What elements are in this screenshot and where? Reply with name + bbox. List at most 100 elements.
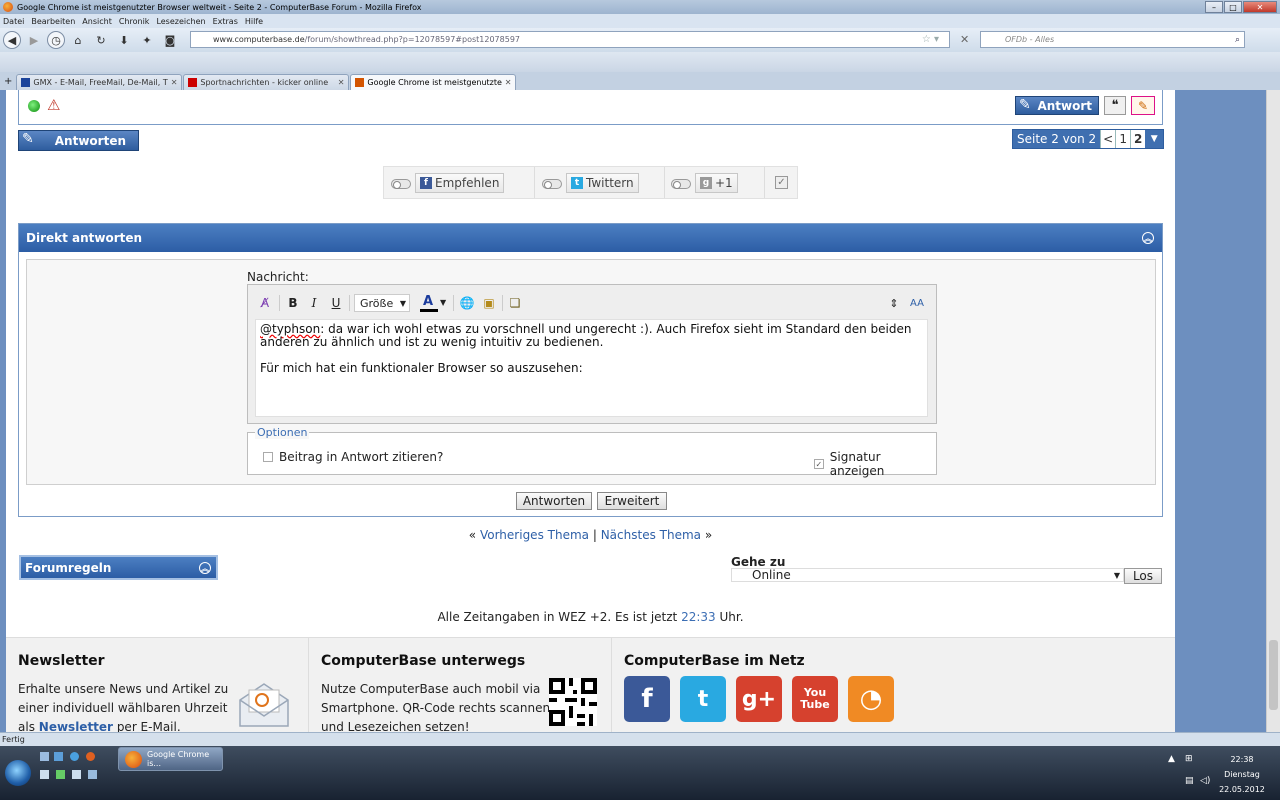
taskbar-clock[interactable]: 22:38 Dienstag 22.05.2012	[1218, 752, 1266, 797]
pagination-prev[interactable]: <	[1100, 130, 1116, 148]
googleplus-toggle[interactable]	[671, 179, 691, 189]
search-bar[interactable]: OFDb - Alles ⌕	[980, 31, 1245, 48]
back-button[interactable]: ◀	[3, 31, 21, 49]
goto-submit-button[interactable]: Los	[1124, 568, 1162, 584]
switch-editor-mode-icon[interactable]: AA	[908, 294, 926, 312]
envelope-icon[interactable]	[236, 678, 292, 730]
url-bar[interactable]: www.computerbase.de/forum/showthread.php…	[190, 31, 950, 48]
forum-rules-title: Forumregeln	[25, 560, 112, 575]
newsletter-link[interactable]: Newsletter	[39, 720, 113, 732]
collapse-icon[interactable]: ︽	[1142, 232, 1154, 244]
google-plus-icon[interactable]: g+	[736, 676, 782, 722]
quicklaunch-icon[interactable]	[86, 752, 95, 761]
submit-reply-button[interactable]: Antworten	[516, 492, 592, 510]
next-thread-link[interactable]: Nächstes Thema	[601, 528, 701, 542]
scrollbar-thumb[interactable]	[1269, 640, 1278, 710]
minimize-button[interactable]: –	[1205, 1, 1223, 13]
signature-checkbox[interactable]: ✓	[814, 459, 824, 469]
quicklaunch-icon[interactable]	[54, 752, 63, 761]
previous-thread-link[interactable]: Vorheriges Thema	[480, 528, 589, 542]
font-color-picker[interactable]: A ▼	[418, 294, 448, 312]
forum-rules-panel[interactable]: Forumregeln ︽	[19, 555, 218, 580]
quick-reply-icon[interactable]: ✎	[1131, 96, 1155, 115]
menu-bearbeiten[interactable]: Bearbeiten	[31, 17, 75, 26]
insert-link-icon[interactable]: 🌐	[458, 294, 476, 312]
multi-quote-icon[interactable]: ❝	[1104, 96, 1126, 115]
bookmark-star-icon[interactable]: ☆ ▾	[922, 34, 939, 45]
menu-datei[interactable]: Datei	[3, 17, 24, 26]
screenshot-icon[interactable]: ◙	[160, 31, 180, 49]
pagination-menu-icon[interactable]: ▼	[1145, 130, 1164, 148]
close-window-button[interactable]: ✕	[1243, 1, 1277, 13]
new-tab-button[interactable]: +	[4, 76, 12, 87]
qr-code-icon	[549, 678, 597, 726]
resize-editor-icon[interactable]: ⇕	[888, 294, 900, 312]
menu-hilfe[interactable]: Hilfe	[245, 17, 263, 26]
facebook-recommend-button[interactable]: f Empfehlen	[415, 173, 505, 193]
quicklaunch-icon[interactable]	[40, 752, 49, 761]
quote-option[interactable]: Beitrag in Antwort zitieren?	[263, 450, 443, 464]
goto-select[interactable]: Online ▼	[731, 568, 1124, 582]
expand-icon[interactable]: ︽	[199, 562, 211, 574]
quicklaunch-icon[interactable]	[70, 752, 79, 761]
download-button[interactable]: ⬇	[114, 31, 134, 49]
home-button[interactable]: ⌂	[68, 31, 88, 49]
tray-volume-icon[interactable]: ◁)	[1200, 776, 1210, 786]
rss-icon[interactable]: ◔	[848, 676, 894, 722]
insert-quote-icon[interactable]: ❏	[506, 294, 524, 312]
tab-computerbase[interactable]: Google Chrome ist meistgenutzter Br... ✕	[350, 74, 517, 90]
plusone-button[interactable]: g +1	[695, 173, 738, 193]
facebook-icon[interactable]: f	[624, 676, 670, 722]
new-reply-button[interactable]: ✎ Antworten	[18, 130, 139, 151]
font-size-select[interactable]: Größe ▼	[354, 294, 410, 312]
youtube-icon[interactable]: You Tube	[792, 676, 838, 722]
insert-image-icon[interactable]: ▣	[480, 294, 498, 312]
advanced-reply-button[interactable]: Erweitert	[597, 492, 667, 510]
menu-extras[interactable]: Extras	[213, 17, 238, 26]
taskbar-firefox-button[interactable]: Google Chrome is...	[118, 747, 223, 771]
addon-icon[interactable]: ✦	[137, 31, 157, 49]
remove-format-icon[interactable]: A̸	[256, 294, 274, 312]
tab-gmx[interactable]: GMX - E-Mail, FreeMail, De-Mail, The... …	[16, 74, 183, 90]
tray-network-icon[interactable]: ▤	[1185, 776, 1194, 786]
start-button[interactable]	[5, 760, 31, 786]
report-post-icon[interactable]: ⚠	[47, 96, 60, 114]
timezone-prefix: Alle Zeitangaben in WEZ +2. Es ist jetzt	[437, 610, 678, 624]
menu-ansicht[interactable]: Ansicht	[82, 17, 112, 26]
pagination-page-1[interactable]: 1	[1115, 130, 1131, 148]
page-scrollbar[interactable]	[1266, 90, 1280, 732]
forward-button[interactable]: ▶	[24, 31, 44, 49]
twitter-icon[interactable]: t	[680, 676, 726, 722]
italic-button[interactable]: I	[305, 294, 323, 312]
pagination-page-2[interactable]: 2	[1130, 130, 1146, 148]
stop-icon[interactable]: ✕	[960, 33, 969, 46]
underline-button[interactable]: U	[327, 294, 345, 312]
quicklaunch-icon[interactable]	[56, 770, 65, 779]
search-icon[interactable]: ⌕	[1235, 35, 1240, 45]
bold-button[interactable]: B	[284, 294, 302, 312]
message-textarea[interactable]: @typhson: da war ich wohl etwas zu vorsc…	[255, 319, 928, 417]
close-tab-icon[interactable]: ✕	[338, 78, 345, 87]
history-icon[interactable]: ◷	[47, 31, 65, 49]
facebook-toggle[interactable]	[391, 179, 411, 189]
menu-lesezeichen[interactable]: Lesezeichen	[156, 17, 205, 26]
quicklaunch-icon[interactable]	[72, 770, 81, 779]
tab-kicker[interactable]: Sportnachrichten - kicker online ✕	[183, 74, 350, 90]
reply-post-button[interactable]: ✎ Antwort	[1015, 96, 1099, 115]
tab-label: Google Chrome ist meistgenutzter Br...	[367, 78, 502, 87]
maximize-button[interactable]: □	[1224, 1, 1242, 13]
reload-button[interactable]: ↻	[91, 31, 111, 49]
social-settings-checkbox[interactable]: ✓	[775, 176, 788, 189]
tray-expand-icon[interactable]: ▲	[1168, 754, 1175, 764]
tray-app-icon[interactable]: ⊞	[1185, 754, 1193, 764]
quicklaunch-icon[interactable]	[88, 770, 97, 779]
quicklaunch-icon[interactable]	[40, 770, 49, 779]
twitter-toggle[interactable]	[542, 179, 562, 189]
quote-checkbox[interactable]	[263, 452, 273, 462]
close-tab-icon[interactable]: ✕	[505, 78, 512, 87]
menu-chronik[interactable]: Chronik	[119, 17, 150, 26]
tweet-button[interactable]: t Twittern	[566, 173, 639, 193]
firefox-icon	[3, 2, 13, 12]
signature-option[interactable]: ✓ Signatur anzeigen	[814, 450, 936, 478]
close-tab-icon[interactable]: ✕	[171, 78, 178, 87]
